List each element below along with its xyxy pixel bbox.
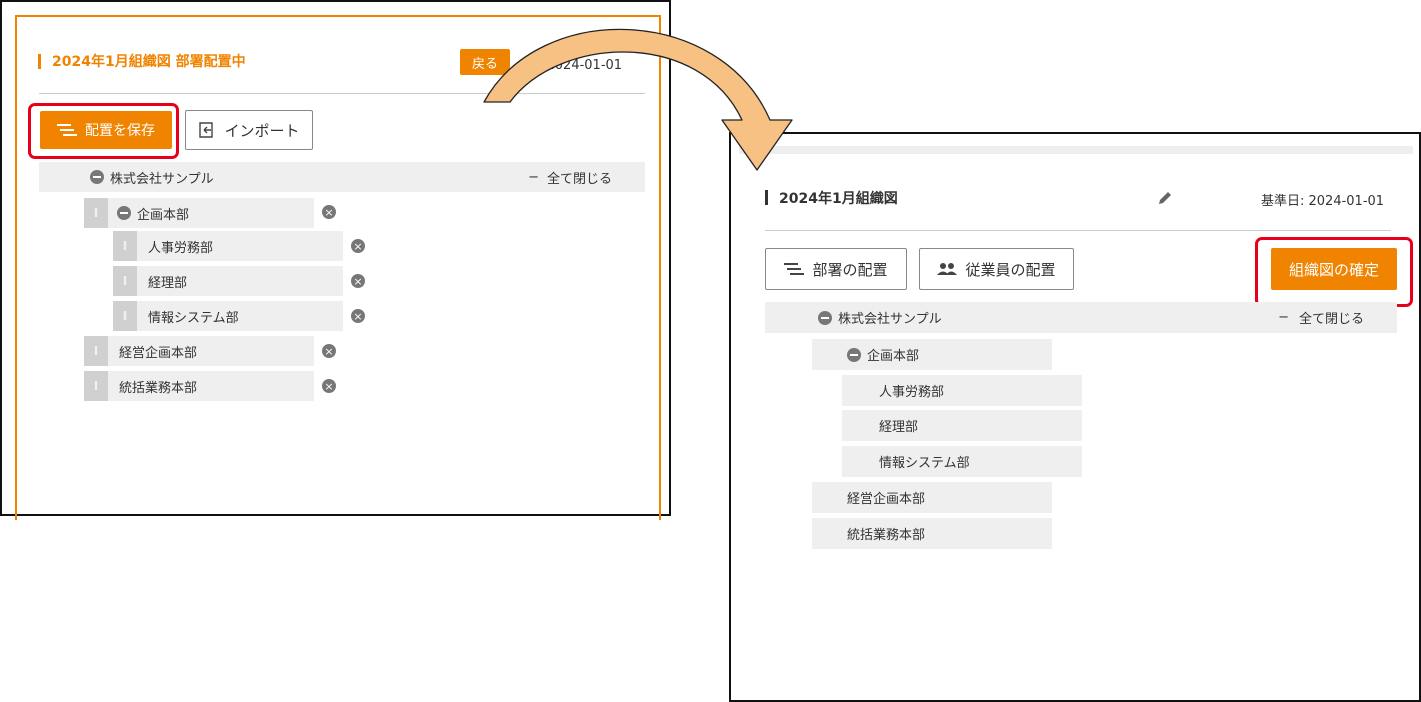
dept-label: 経理部 (148, 275, 188, 291)
import-button[interactable]: インポート (185, 110, 313, 150)
remove-icon[interactable]: × (351, 309, 365, 323)
transition-arrow-icon (483, 28, 793, 171)
right-date-text: 基準日: 2024-01-01 (1261, 194, 1385, 209)
remove-icon[interactable]: × (322, 344, 336, 358)
dept-label: 情報システム部 (148, 310, 239, 326)
right-root-row[interactable]: 株式会社サンプル − 全て閉じる (765, 302, 1397, 333)
left-page-title: 2024年1月組織図 部署配置中 (52, 54, 246, 70)
dept-label: 統括業務本部 (119, 380, 198, 396)
remove-icon[interactable]: × (351, 239, 365, 253)
collapse-all-link[interactable]: − 全て閉じる (1278, 308, 1364, 327)
drag-handle-icon[interactable]: ‖ (84, 371, 108, 401)
drag-handle-icon[interactable]: ‖ (113, 266, 137, 296)
drag-handle-icon[interactable]: ‖ (84, 198, 108, 228)
root-company-label: 株式会社サンプル (838, 312, 942, 327)
remove-icon[interactable]: × (351, 274, 365, 288)
right-screenshot-panel: 2024年1月組織図 基準日: 2024-01-01 部署の配置 従業員の配置 … (729, 132, 1421, 702)
right-page-title: 2024年1月組織図 (779, 191, 898, 207)
left-dept-row[interactable]: ‖ 企画本部 (84, 198, 314, 228)
remove-icon[interactable]: × (322, 205, 336, 219)
dept-label: 経営企画本部 (847, 492, 926, 507)
edit-pencil-icon[interactable] (1157, 190, 1173, 206)
collapse-all-label: 全て閉じる (1298, 312, 1364, 327)
left-dept-row[interactable]: ‖ 人事労務部 (113, 231, 343, 261)
root-company-label: 株式会社サンプル (110, 171, 214, 187)
right-top-strip (739, 146, 1413, 154)
import-icon (199, 122, 214, 138)
dept-label: 経理部 (879, 420, 919, 435)
dept-assign-button[interactable]: 部署の配置 (765, 248, 907, 290)
dept-label: 人事労務部 (148, 240, 214, 256)
import-label: インポート (224, 121, 300, 140)
right-title-marker (765, 190, 768, 205)
dept-label: 企画本部 (867, 349, 920, 364)
drag-handle-icon[interactable]: ‖ (113, 301, 137, 331)
right-divider (765, 230, 1391, 231)
dept-label: 経営企画本部 (119, 345, 198, 361)
right-dept-row[interactable]: 統括業務本部 (812, 518, 1052, 549)
collapse-dash-icon: − (1278, 310, 1289, 325)
remove-icon[interactable]: × (322, 379, 336, 393)
left-dept-row[interactable]: ‖ 経営企画本部 (84, 336, 314, 366)
employee-assign-label: 従業員の配置 (965, 260, 1056, 279)
people-icon (937, 263, 958, 275)
dept-label: 統括業務本部 (847, 528, 926, 543)
dept-label: 情報システム部 (879, 456, 970, 471)
right-dept-row[interactable]: 経営企画本部 (812, 482, 1052, 513)
left-title-marker (38, 54, 41, 69)
drag-handle-icon[interactable]: ‖ (84, 336, 108, 366)
collapse-minus-icon[interactable] (90, 170, 104, 184)
left-dept-row[interactable]: ‖ 統括業務本部 (84, 371, 314, 401)
layout-icon (57, 124, 77, 136)
dept-label: 企画本部 (137, 207, 190, 223)
left-dept-row[interactable]: ‖ 経理部 (113, 266, 343, 296)
right-dept-row[interactable]: 人事労務部 (842, 375, 1082, 406)
collapse-minus-icon[interactable] (117, 206, 131, 220)
layout-icon (784, 263, 805, 275)
dept-label: 人事労務部 (879, 385, 945, 400)
employee-assign-button[interactable]: 従業員の配置 (919, 248, 1074, 290)
confirm-org-chart-button[interactable]: 組織図の確定 (1271, 248, 1397, 290)
right-dept-row[interactable]: 情報システム部 (842, 446, 1082, 477)
right-dept-row[interactable]: 経理部 (842, 410, 1082, 441)
save-layout-label: 配置を保存 (85, 123, 155, 139)
dept-assign-label: 部署の配置 (812, 260, 888, 279)
drag-handle-icon[interactable]: ‖ (113, 231, 137, 261)
collapse-minus-icon[interactable] (847, 347, 861, 362)
left-dept-row[interactable]: ‖ 情報システム部 (113, 301, 343, 331)
save-layout-button[interactable]: 配置を保存 (40, 111, 172, 149)
collapse-minus-icon[interactable] (818, 310, 832, 325)
right-dept-row[interactable]: 企画本部 (812, 339, 1052, 370)
